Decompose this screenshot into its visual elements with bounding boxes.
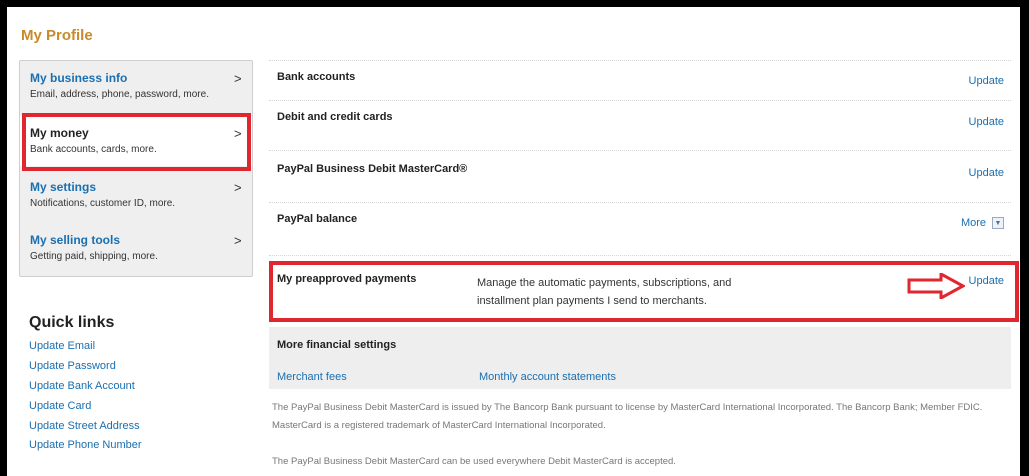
preapproved-desc-line: Manage the automatic payments, subscript…	[477, 277, 732, 289]
row-label-paypal-balance: PayPal balance	[277, 213, 358, 225]
more-financial-settings-title: More financial settings	[277, 339, 397, 351]
merchant-fees-link[interactable]: Merchant fees	[277, 371, 347, 383]
quick-link-update-password[interactable]: Update Password	[29, 360, 116, 372]
right-arrow-icon	[907, 273, 965, 299]
chevron-right-icon: >	[234, 71, 242, 86]
bank-accounts-update-link[interactable]: Update	[969, 75, 1004, 87]
row-label-debit-credit-cards: Debit and credit cards	[277, 111, 393, 123]
quick-link-update-email[interactable]: Update Email	[29, 340, 95, 352]
sidebar-item-my-business-info[interactable]: My business info Email, address, phone, …	[20, 61, 252, 111]
sidebar-item-my-money[interactable]: My money Bank accounts, cards, more. >	[20, 116, 252, 166]
sidebar-item-my-selling-tools[interactable]: My selling tools Getting paid, shipping,…	[20, 223, 252, 273]
preapproved-payments-update-link[interactable]: Update	[969, 275, 1004, 287]
sidebar-item-title: My selling tools	[30, 233, 121, 247]
row-label-bank-accounts: Bank accounts	[277, 71, 356, 83]
more-financial-settings-panel: More financial settings Merchant fees Mo…	[269, 327, 1011, 389]
row-divider	[269, 255, 1011, 256]
paypal-balance-more-link[interactable]: More ▼	[961, 217, 1004, 229]
cards-update-link[interactable]: Update	[969, 116, 1004, 128]
sidebar-item-title: My settings	[30, 180, 97, 194]
profile-sidebar: My business info Email, address, phone, …	[19, 60, 253, 277]
sidebar-item-title: My money	[30, 126, 89, 140]
mastercard-update-link[interactable]: Update	[969, 167, 1004, 179]
row-label-debit-mastercard: PayPal Business Debit MasterCard®	[277, 163, 468, 175]
chevron-right-icon: >	[234, 126, 242, 141]
sidebar-item-desc: Notifications, customer ID, more.	[30, 198, 176, 209]
row-divider	[269, 100, 1011, 101]
quick-link-update-card[interactable]: Update Card	[29, 400, 91, 412]
chevron-right-icon: >	[234, 180, 242, 195]
footnote-trademark: MasterCard is a registered trademark of …	[272, 420, 606, 431]
footnote-mastercard-issuer: The PayPal Business Debit MasterCard is …	[272, 402, 983, 413]
chevron-right-icon: >	[234, 233, 242, 248]
quick-link-update-phone-number[interactable]: Update Phone Number	[29, 439, 142, 451]
quick-links-title: Quick links	[29, 314, 115, 331]
profile-frame: My Profile My business info Email, addre…	[7, 7, 1020, 476]
preapproved-desc-line: installment plan payments I send to merc…	[477, 295, 707, 307]
monthly-statements-link[interactable]: Monthly account statements	[479, 371, 616, 383]
more-label: More	[960, 217, 986, 229]
row-divider	[269, 202, 1011, 203]
page-title: My Profile	[21, 27, 93, 44]
sidebar-item-desc: Email, address, phone, password, more.	[30, 89, 209, 100]
row-divider	[269, 60, 1011, 61]
sidebar-item-my-settings[interactable]: My settings Notifications, customer ID, …	[20, 170, 252, 220]
row-divider	[269, 150, 1011, 151]
chevron-down-icon: ▼	[992, 217, 1004, 229]
sidebar-item-desc: Bank accounts, cards, more.	[30, 144, 157, 155]
footnote-usage: The PayPal Business Debit MasterCard can…	[272, 456, 676, 467]
sidebar-item-title: My business info	[30, 71, 128, 85]
sidebar-item-desc: Getting paid, shipping, more.	[30, 251, 158, 262]
preapproved-payments-description: Manage the automatic payments, subscript…	[477, 274, 777, 310]
quick-link-update-bank-account[interactable]: Update Bank Account	[29, 380, 135, 392]
quick-link-update-street-address[interactable]: Update Street Address	[29, 420, 140, 432]
row-label-preapproved-payments: My preapproved payments	[277, 273, 417, 285]
